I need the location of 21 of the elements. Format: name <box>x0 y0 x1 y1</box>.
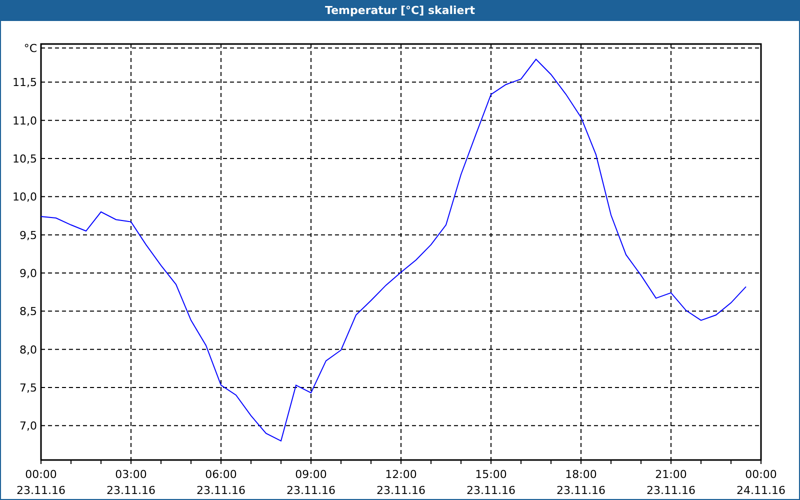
x-axis-label: 21:00 23.11.16 <box>646 468 696 497</box>
y-axis-label: 9,5 <box>20 228 37 242</box>
y-axis-label: 7,0 <box>20 420 37 433</box>
x-axis-label: 12:00 23.11.16 <box>376 468 426 497</box>
y-axis-label: 8,0 <box>20 343 37 356</box>
x-axis-label: 06:00 23.11.16 <box>196 468 246 497</box>
y-axis-label: 11,5 <box>12 76 37 90</box>
x-axis-label: 15:00 23.11.16 <box>466 468 516 497</box>
x-axis-label: 09:00 23.11.16 <box>286 468 336 497</box>
y-axis-label: 10,5 <box>12 152 37 166</box>
x-axis-label: 00:00 24.11.16 <box>736 468 786 497</box>
y-axis-label: 11,0 <box>12 114 37 128</box>
y-axis-label: 9,0 <box>20 267 37 280</box>
x-axis-label: 00:00 23.11.16 <box>16 468 66 497</box>
y-axis-label: 8,5 <box>20 305 37 318</box>
window-title: Temperatur [°C] skaliert <box>325 4 475 17</box>
x-axis-label: 18:00 23.11.16 <box>556 468 606 497</box>
y-axis-unit: °C <box>24 42 37 55</box>
y-axis-label: 10,0 <box>12 190 37 204</box>
x-axis-label: 03:00 23.11.16 <box>106 468 156 497</box>
y-axis-label: 7,5 <box>20 381 37 394</box>
